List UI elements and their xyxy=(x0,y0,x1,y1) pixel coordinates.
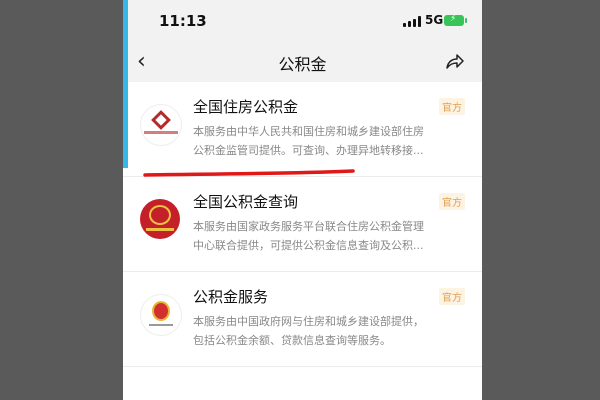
list-item[interactable]: 全国公积金查询 官方 本服务由国家政务服务平台联合住房公积金管理 中心联合提供，… xyxy=(123,177,482,272)
description-line: 本服务由中国政府网与住房和城乡建设部提供， xyxy=(193,315,424,328)
description-line: 本服务由中华人民共和国住房和城乡建设部住房 xyxy=(193,125,424,138)
status-time: 11:13 xyxy=(159,12,207,30)
phone-screen: 11:13 5G ⚡ ‹ 公积金 全国住房公积金 官方 本服务由中华人民共和国住… xyxy=(123,0,482,400)
national-emblem-logo-icon xyxy=(140,294,182,336)
list-item[interactable]: 公积金服务 官方 本服务由中国政府网与住房和城乡建设部提供， 包括公积金余额、贷… xyxy=(123,272,482,367)
item-title: 全国住房公积金 xyxy=(193,98,299,116)
status-bar: 11:13 5G ⚡ xyxy=(123,0,482,42)
item-description: 本服务由中华人民共和国住房和城乡建设部住房 公积金监管司提供。可查询、办理异地转… xyxy=(193,122,463,160)
share-icon[interactable] xyxy=(445,52,465,70)
housing-fund-logo-icon xyxy=(140,104,182,146)
item-description: 本服务由中国政府网与住房和城乡建设部提供， 包括公积金余额、贷款信息查询等服务。 xyxy=(193,312,463,350)
description-line: 包括公积金余额、贷款信息查询等服务。 xyxy=(193,334,391,347)
official-badge: 官方 xyxy=(439,288,465,305)
item-description: 本服务由国家政务服务平台联合住房公积金管理 中心联合提供，可提供公积金信息查询及… xyxy=(193,217,463,255)
battery-icon: ⚡ xyxy=(444,14,467,26)
list-item[interactable]: 全国住房公积金 官方 本服务由中华人民共和国住房和城乡建设部住房 公积金监管司提… xyxy=(123,82,482,177)
result-list: 全国住房公积金 官方 本服务由中华人民共和国住房和城乡建设部住房 公积金监管司提… xyxy=(123,82,482,367)
network-type: 5G xyxy=(425,13,444,27)
official-badge: 官方 xyxy=(439,98,465,115)
signal-icon xyxy=(403,16,421,27)
description-line: 公积金监管司提供。可查询、办理异地转移接... xyxy=(193,144,424,157)
red-underline-annotation xyxy=(143,169,355,177)
official-badge: 官方 xyxy=(439,193,465,210)
description-line: 中心联合提供，可提供公积金信息查询及公积... xyxy=(193,239,424,252)
national-gov-service-logo-icon xyxy=(140,199,180,239)
item-title: 公积金服务 xyxy=(193,288,269,306)
nav-bar: ‹ 公积金 xyxy=(123,42,482,82)
item-title: 全国公积金查询 xyxy=(193,193,299,211)
page-title: 公积金 xyxy=(278,55,327,74)
description-line: 本服务由国家政务服务平台联合住房公积金管理 xyxy=(193,220,424,233)
